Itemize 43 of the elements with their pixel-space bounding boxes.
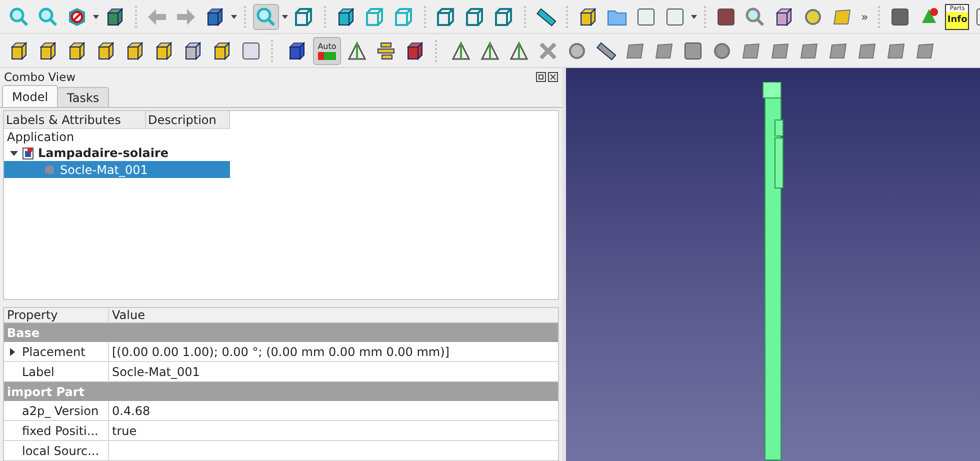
caret-icon[interactable] xyxy=(691,14,697,18)
expand-arrow-icon[interactable] xyxy=(10,149,18,157)
document-icon xyxy=(22,146,34,160)
part-icon xyxy=(44,164,55,175)
property-name: Label xyxy=(22,364,54,378)
property-name: Placement xyxy=(22,344,86,358)
float-icon[interactable] xyxy=(536,72,546,82)
wireframe-cube-icon[interactable] xyxy=(293,6,315,28)
tree-item[interactable]: Lampadaire-solaire xyxy=(38,146,169,160)
tree-item[interactable]: Socle-Mat_001 xyxy=(4,161,230,178)
pole-model-drawing[interactable] xyxy=(760,82,786,461)
property-name: local Sourc... xyxy=(22,444,100,458)
property-value[interactable]: true xyxy=(112,424,137,438)
property-name: a2p_ Version xyxy=(22,404,99,418)
expand-arrow-icon[interactable] xyxy=(10,348,15,356)
caret-icon[interactable] xyxy=(282,14,288,18)
caret-icon[interactable] xyxy=(231,14,237,18)
box-icon[interactable] xyxy=(773,6,795,28)
property-value[interactable]: Socle-Mat_001 xyxy=(112,364,200,378)
color-bars-icon xyxy=(318,52,336,60)
caret-icon[interactable] xyxy=(93,14,99,18)
property-value[interactable]: [(0.00 0.00 1.00); 0.00 °; (0.00 mm 0.00 mm 0.00 mm)] xyxy=(112,344,450,358)
color-cube-icon[interactable] xyxy=(286,40,308,62)
column-header[interactable]: Value xyxy=(109,308,558,322)
cube-icon[interactable] xyxy=(335,6,357,28)
tab[interactable]: Tasks xyxy=(57,87,110,107)
bars-icon[interactable] xyxy=(375,40,397,62)
column-header[interactable]: Labels & Attributes xyxy=(4,111,146,129)
panel-title: Combo View xyxy=(4,70,76,84)
property-name: fixed Positi... xyxy=(22,424,98,438)
cube-icon[interactable] xyxy=(204,6,226,28)
triangle-icon[interactable] xyxy=(346,40,368,62)
search-icon[interactable] xyxy=(744,6,766,28)
column-header[interactable]: Description xyxy=(146,111,230,129)
no-entry-icon[interactable] xyxy=(66,6,88,28)
toolbar-overflow-button[interactable]: » xyxy=(858,10,872,24)
tree-root-label: Application xyxy=(7,130,74,144)
column-header[interactable]: Property xyxy=(4,308,109,322)
property-value[interactable]: 0.4.68 xyxy=(112,404,150,418)
close-icon[interactable] xyxy=(548,72,558,82)
auto-button[interactable]: Auto xyxy=(313,36,341,64)
tab[interactable]: Model xyxy=(2,85,58,107)
color-cube-icon[interactable] xyxy=(404,40,426,62)
